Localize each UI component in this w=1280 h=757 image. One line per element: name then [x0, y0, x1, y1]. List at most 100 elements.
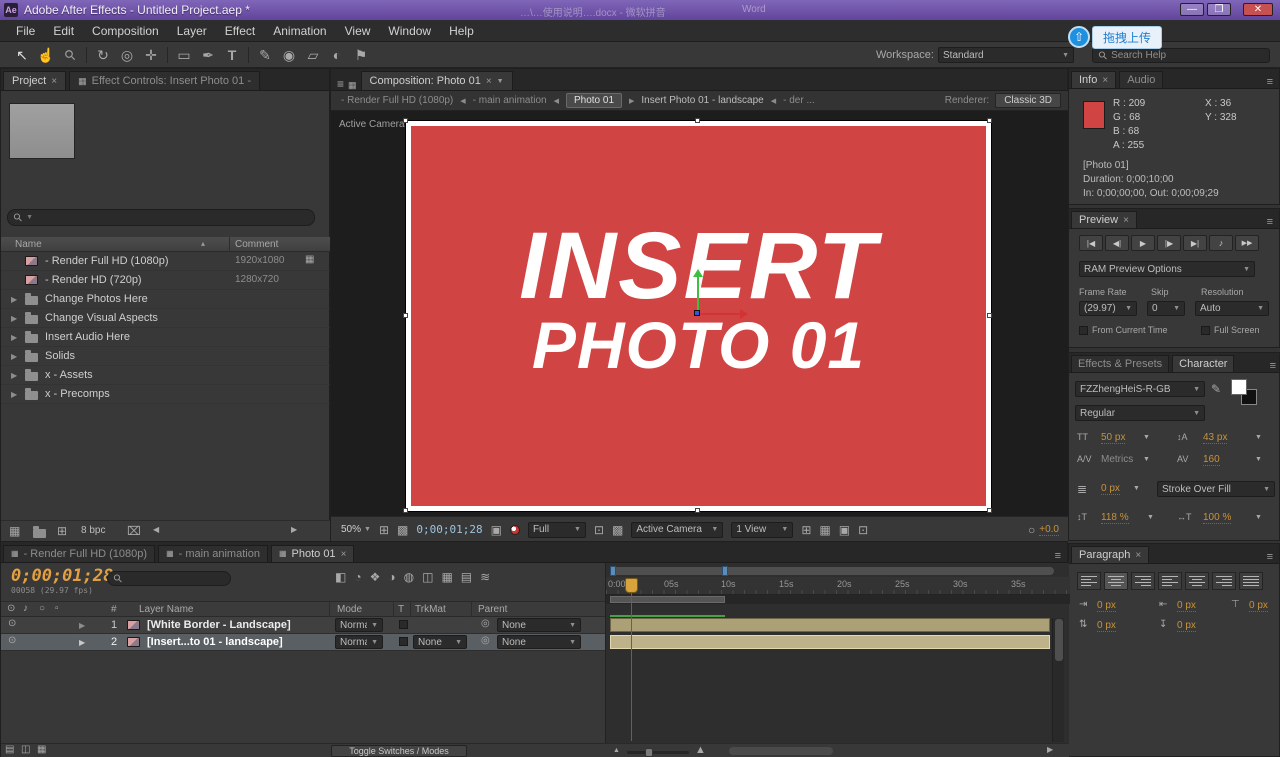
- panel-menu-icon[interactable]: ≡: [1261, 76, 1279, 88]
- panel-menu-icon[interactable]: ≡: [1261, 216, 1279, 228]
- tab-preview[interactable]: Preview ×: [1071, 211, 1137, 228]
- wave-icon[interactable]: ≋: [480, 571, 490, 583]
- audio-toggle-button[interactable]: ♪: [1209, 235, 1233, 251]
- menu-help[interactable]: Help: [441, 21, 482, 41]
- full-screen-checkbox[interactable]: Full Screen: [1201, 325, 1260, 335]
- align-center-button[interactable]: [1104, 572, 1128, 590]
- parent-dropdown[interactable]: None ▼: [497, 618, 581, 632]
- justify-last-center-button[interactable]: [1185, 572, 1209, 590]
- zoom-in-mountain-icon[interactable]: ▲: [695, 745, 706, 756]
- frame-rate-dropdown[interactable]: (29.97) ▼: [1079, 301, 1137, 316]
- tab-effects-presets[interactable]: Effects & Presets: [1071, 355, 1169, 372]
- project-row-x-precomps[interactable]: ▶ x - Precomps: [1, 385, 331, 404]
- toggle-switches-modes-button[interactable]: Toggle Switches / Modes: [331, 745, 467, 757]
- resize-handle-ml[interactable]: [403, 313, 408, 318]
- menu-composition[interactable]: Composition: [84, 21, 167, 41]
- playhead-marker[interactable]: [625, 578, 638, 593]
- leading-value[interactable]: 43 px: [1203, 432, 1227, 444]
- drag-upload-overlay[interactable]: ⇧ 拖拽上传: [1068, 26, 1176, 48]
- layer-name[interactable]: [Insert...to 01 - landscape]: [147, 636, 283, 648]
- first-line-indent-value[interactable]: 0 px: [1249, 600, 1268, 612]
- comp-mini-flowchart-icon[interactable]: ◧: [335, 571, 346, 583]
- resize-handle-bc[interactable]: [695, 508, 700, 513]
- eye-icon[interactable]: ⊙: [8, 619, 16, 629]
- canvas-text-line2[interactable]: PHOTO 01: [532, 311, 865, 380]
- parent-pickwhip-icon[interactable]: ◎: [481, 619, 490, 629]
- search-help-input[interactable]: ⚲ Search Help: [1092, 48, 1270, 63]
- zoom-slider-thumb[interactable]: [645, 748, 653, 757]
- last-frame-button[interactable]: ▶|: [1183, 235, 1207, 251]
- close-icon[interactable]: ×: [341, 549, 347, 560]
- region-of-interest-icon[interactable]: ⊡: [594, 524, 604, 536]
- tab-timeline-photo-01[interactable]: ▦ Photo 01 ×: [271, 545, 354, 562]
- stroke-width-value[interactable]: 0 px: [1101, 483, 1120, 495]
- menu-layer[interactable]: Layer: [169, 21, 215, 41]
- work-area-start-handle[interactable]: [610, 566, 616, 576]
- space-before-value[interactable]: 0 px: [1097, 620, 1116, 632]
- indent-right-value[interactable]: 0 px: [1177, 600, 1196, 612]
- breadcrumb-insert-photo[interactable]: Insert Photo 01 - landscape: [641, 95, 763, 106]
- breadcrumb-render-full-hd[interactable]: - Render Full HD (1080p): [341, 95, 453, 106]
- expand-arrow-icon[interactable]: ▶: [11, 333, 17, 342]
- puppet-pin-tool-icon[interactable]: ⚑: [349, 48, 373, 62]
- project-row-x-assets[interactable]: ▶ x - Assets: [1, 366, 331, 385]
- exposure-value[interactable]: +0.0: [1039, 524, 1059, 536]
- unified-camera-tool-icon[interactable]: ◎: [115, 48, 139, 62]
- project-row-change-photos[interactable]: ▶ Change Photos Here: [1, 290, 331, 309]
- trkmat-dropdown[interactable]: None ▼: [413, 635, 467, 649]
- viewer-camera-label[interactable]: Active Camera: [339, 119, 405, 130]
- column-layer-name[interactable]: Layer Name: [139, 604, 193, 615]
- expand-transfer-controls-icon[interactable]: ◫: [21, 745, 30, 755]
- close-icon[interactable]: ×: [1102, 75, 1108, 86]
- parent-dropdown[interactable]: None ▼: [497, 635, 581, 649]
- close-icon[interactable]: ×: [1135, 550, 1141, 561]
- column-divider[interactable]: [471, 602, 472, 618]
- horizontal-scale-value[interactable]: 100 %: [1203, 512, 1231, 524]
- current-time-display[interactable]: 0;00;01;28: [11, 566, 113, 586]
- expand-arrow-icon[interactable]: ▶: [11, 295, 17, 304]
- align-right-button[interactable]: [1131, 572, 1155, 590]
- axis-gizmo-x[interactable]: [699, 313, 741, 315]
- new-composition-icon[interactable]: ⊞: [57, 525, 67, 537]
- clone-stamp-tool-icon[interactable]: ◉: [277, 48, 301, 62]
- breadcrumb-der[interactable]: - der ...: [783, 95, 815, 106]
- auto-keyframe-icon[interactable]: ▦: [441, 571, 452, 583]
- chevron-down-icon[interactable]: ▼: [1143, 434, 1150, 441]
- composition-frame[interactable]: INSERT PHOTO 01: [406, 121, 991, 511]
- renderer-button[interactable]: Classic 3D: [995, 93, 1061, 108]
- layer-name[interactable]: [White Border - Landscape]: [147, 619, 291, 631]
- preview-resolution-dropdown[interactable]: Auto ▼: [1195, 301, 1269, 316]
- next-frame-button[interactable]: |▶: [1157, 235, 1181, 251]
- ram-preview-options-dropdown[interactable]: RAM Preview Options ▼: [1079, 261, 1255, 277]
- layer-bar-1[interactable]: [610, 618, 1050, 632]
- t-switch[interactable]: [399, 637, 408, 646]
- expand-arrow-icon[interactable]: ▶: [11, 352, 17, 361]
- t-switch[interactable]: [399, 620, 408, 629]
- timeline-zoom-slider[interactable]: [627, 751, 689, 754]
- menu-view[interactable]: View: [337, 21, 379, 41]
- project-row-insert-audio[interactable]: ▶ Insert Audio Here: [1, 328, 331, 347]
- eraser-tool-icon[interactable]: ▱: [301, 48, 325, 62]
- minimize-button[interactable]: —: [1180, 3, 1204, 16]
- pan-behind-tool-icon[interactable]: ✛: [139, 48, 163, 62]
- eyedropper-icon[interactable]: ✎: [1211, 383, 1221, 395]
- layer-bar-2[interactable]: [610, 635, 1050, 649]
- resize-handle-br[interactable]: [987, 508, 992, 513]
- fill-color-swatch[interactable]: [1231, 379, 1247, 395]
- close-icon[interactable]: ×: [51, 76, 57, 87]
- space-after-value[interactable]: 0 px: [1177, 620, 1196, 632]
- skip-dropdown[interactable]: 0 ▼: [1147, 301, 1185, 316]
- brainstorm-icon[interactable]: ◫: [422, 571, 433, 583]
- vertical-scale-value[interactable]: 118 %: [1101, 512, 1129, 524]
- expand-arrow-icon[interactable]: ▶: [11, 390, 17, 399]
- expand-arrow-icon[interactable]: ▶: [11, 371, 17, 380]
- fill-stroke-swatches[interactable]: [1231, 379, 1265, 413]
- stroke-style-dropdown[interactable]: Stroke Over Fill ▼: [1157, 481, 1275, 497]
- column-divider[interactable]: [329, 602, 330, 618]
- maximize-button[interactable]: ❐: [1207, 3, 1231, 16]
- selection-tool-icon[interactable]: ↖: [10, 48, 34, 62]
- project-search-input[interactable]: ⚲ ▼: [7, 209, 315, 226]
- tab-timeline-render-full-hd[interactable]: ▦ - Render Full HD (1080p): [3, 545, 155, 562]
- justify-last-left-button[interactable]: [1158, 572, 1182, 590]
- expand-in-out-icon[interactable]: ▦: [37, 745, 46, 755]
